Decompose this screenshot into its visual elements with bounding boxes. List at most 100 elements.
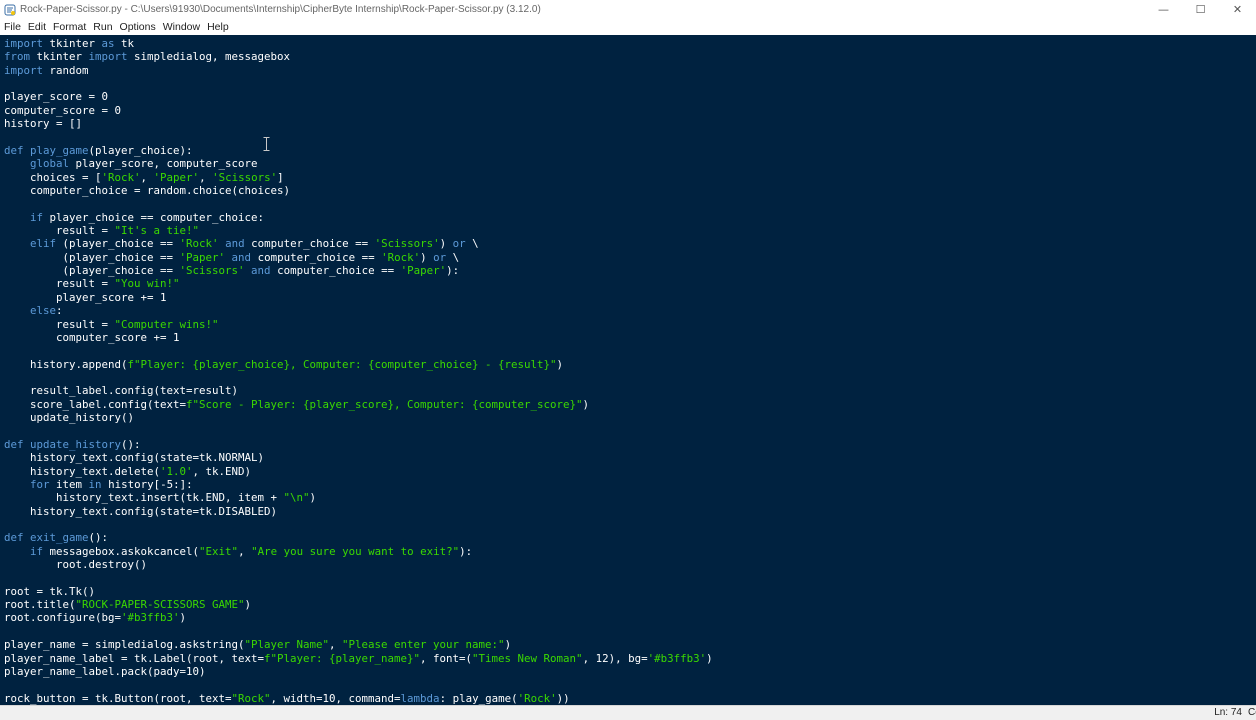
code-token: computer_score = 0 (4, 103, 122, 117)
code-token: item (49, 477, 89, 491)
menu-help[interactable]: Help (203, 19, 232, 35)
menu-edit[interactable]: Edit (24, 19, 49, 35)
window-controls: — ☐ ✕ (1145, 0, 1256, 19)
code-token: ) (439, 237, 453, 251)
code-token: computer_score += 1 (4, 330, 180, 344)
menu-window[interactable]: Window (159, 19, 203, 35)
code-line[interactable]: history_text.config(state=tk.NORMAL) (4, 451, 713, 464)
code-line[interactable]: ​ (4, 571, 713, 584)
code-line[interactable]: choices = ['Rock', 'Paper', 'Scissors'] (4, 171, 713, 184)
code-token: '#b3ffb3' (647, 651, 707, 665)
code-line[interactable]: history.append(f"Player: {player_choice}… (4, 358, 713, 371)
minimize-icon[interactable]: — (1145, 0, 1182, 19)
menu-format[interactable]: Format (49, 19, 89, 35)
code-line[interactable]: history_text.config(state=tk.DISABLED) (4, 505, 713, 518)
code-line[interactable]: import random (4, 64, 713, 77)
code-line[interactable]: root.title("ROCK-PAPER-SCISSORS GAME") (4, 598, 713, 611)
code-line[interactable]: ​ (4, 625, 713, 638)
code-line[interactable]: ​ (4, 77, 713, 90)
code-token: ): (446, 264, 460, 278)
code-line[interactable]: result = "It's a tie!" (4, 224, 713, 237)
code-line[interactable]: history_text.insert(tk.END, item + "\n") (4, 491, 713, 504)
code-line[interactable]: root.destroy() (4, 558, 713, 571)
code-line[interactable]: history_text.delete('1.0', tk.END) (4, 465, 713, 478)
code-line[interactable]: global player_score, computer_score (4, 157, 713, 170)
code-line[interactable]: import tkinter as tk (4, 37, 713, 50)
code-token: play_game (30, 143, 89, 157)
code-text-area[interactable]: import tkinter as tk from tkinter import … (4, 37, 713, 705)
code-line[interactable]: player_name_label.pack(pady=10) (4, 665, 713, 678)
code-line[interactable]: update_history() (4, 411, 713, 424)
code-line[interactable]: ​ (4, 344, 713, 357)
code-token: for (30, 477, 50, 491)
menu-options[interactable]: Options (116, 19, 159, 35)
code-line[interactable]: else: (4, 304, 713, 317)
code-line[interactable]: result_label.config(text=result) (4, 384, 713, 397)
maximize-icon[interactable]: ☐ (1182, 0, 1219, 19)
code-line[interactable]: computer_score = 0 (4, 104, 713, 117)
code-token: '#b3ffb3' (121, 611, 180, 625)
code-token: elif (30, 237, 57, 251)
code-token: 'Scissors' (374, 237, 440, 251)
code-line[interactable]: score_label.config(text=f"Score - Player… (4, 398, 713, 411)
code-line[interactable]: player_name = simpledialog.askstring("Pl… (4, 638, 713, 651)
code-line[interactable]: elif (player_choice == 'Rock' and comput… (4, 237, 713, 250)
code-editor[interactable]: import tkinter as tk from tkinter import … (0, 35, 1256, 705)
code-line[interactable]: player_name_label = tk.Label(root, text=… (4, 652, 713, 665)
menu-run[interactable]: Run (89, 19, 115, 35)
code-line[interactable]: computer_score += 1 (4, 331, 713, 344)
code-line[interactable]: from tkinter import simpledialog, messag… (4, 50, 713, 63)
code-token: player_score += 1 (4, 290, 167, 304)
code-token: from (4, 50, 31, 64)
idle-python-icon (3, 3, 16, 16)
window-title: Rock-Paper-Scissor.py - C:\Users\91930\D… (20, 4, 541, 15)
code-line[interactable]: rock_button = tk.Button(root, text="Rock… (4, 692, 713, 705)
code-line[interactable]: root = tk.Tk() (4, 585, 713, 598)
code-token: if (30, 210, 44, 224)
code-token: history[-5:]: (101, 477, 193, 491)
code-line[interactable]: root.configure(bg='#b3ffb3') (4, 611, 713, 624)
code-token: "You win!" (114, 277, 180, 291)
code-line[interactable]: ​ (4, 197, 713, 210)
close-icon[interactable]: ✕ (1219, 0, 1256, 19)
code-token: "Computer wins!" (114, 317, 219, 331)
code-line[interactable]: def exit_game(): (4, 531, 713, 544)
status-column-number: Col: 0 (1248, 707, 1256, 718)
code-line[interactable]: ​ (4, 518, 713, 531)
code-token: "Rock" (231, 691, 271, 705)
code-line[interactable]: ​ (4, 371, 713, 384)
code-line[interactable]: for item in history[-5:]: (4, 478, 713, 491)
code-token: history.append( (4, 357, 128, 371)
code-token: 'Rock' (179, 237, 219, 251)
code-token: f"Score - Player: {player_score}, Comput… (186, 397, 583, 411)
code-line[interactable]: computer_choice = random.choice(choices) (4, 184, 713, 197)
code-token: result = (4, 224, 115, 238)
code-line[interactable]: result = "You win!" (4, 277, 713, 290)
code-token: "Times New Roman" (472, 651, 583, 665)
code-line[interactable]: (player_choice == 'Scissors' and compute… (4, 264, 713, 277)
code-line[interactable]: def play_game(player_choice): (4, 144, 713, 157)
code-line[interactable]: ​ (4, 131, 713, 144)
code-line[interactable]: if messagebox.askokcancel("Exit", "Are y… (4, 545, 713, 558)
code-token: f"Player: {player_choice}, Computer: {co… (127, 357, 557, 371)
code-line[interactable]: ​ (4, 678, 713, 691)
code-line[interactable]: (player_choice == 'Paper' and computer_c… (4, 251, 713, 264)
code-line[interactable]: player_score = 0 (4, 90, 713, 103)
code-line[interactable]: def update_history(): (4, 438, 713, 451)
code-line[interactable]: if player_choice == computer_choice: (4, 211, 713, 224)
code-token: import (4, 37, 44, 50)
code-token: root.destroy() (4, 558, 148, 572)
code-token: import (4, 63, 44, 77)
code-line[interactable]: ​ (4, 424, 713, 437)
menu-file[interactable]: File (0, 19, 24, 35)
code-line[interactable]: result = "Computer wins!" (4, 318, 713, 331)
code-token: ) (420, 250, 434, 264)
code-line[interactable]: history = [] (4, 117, 713, 130)
code-token: , tk.END) (192, 464, 252, 478)
code-token: , (329, 638, 343, 652)
code-token: history_text.config(state=tk.NORMAL) (4, 451, 265, 465)
code-line[interactable]: player_score += 1 (4, 291, 713, 304)
code-token: , (199, 170, 213, 184)
